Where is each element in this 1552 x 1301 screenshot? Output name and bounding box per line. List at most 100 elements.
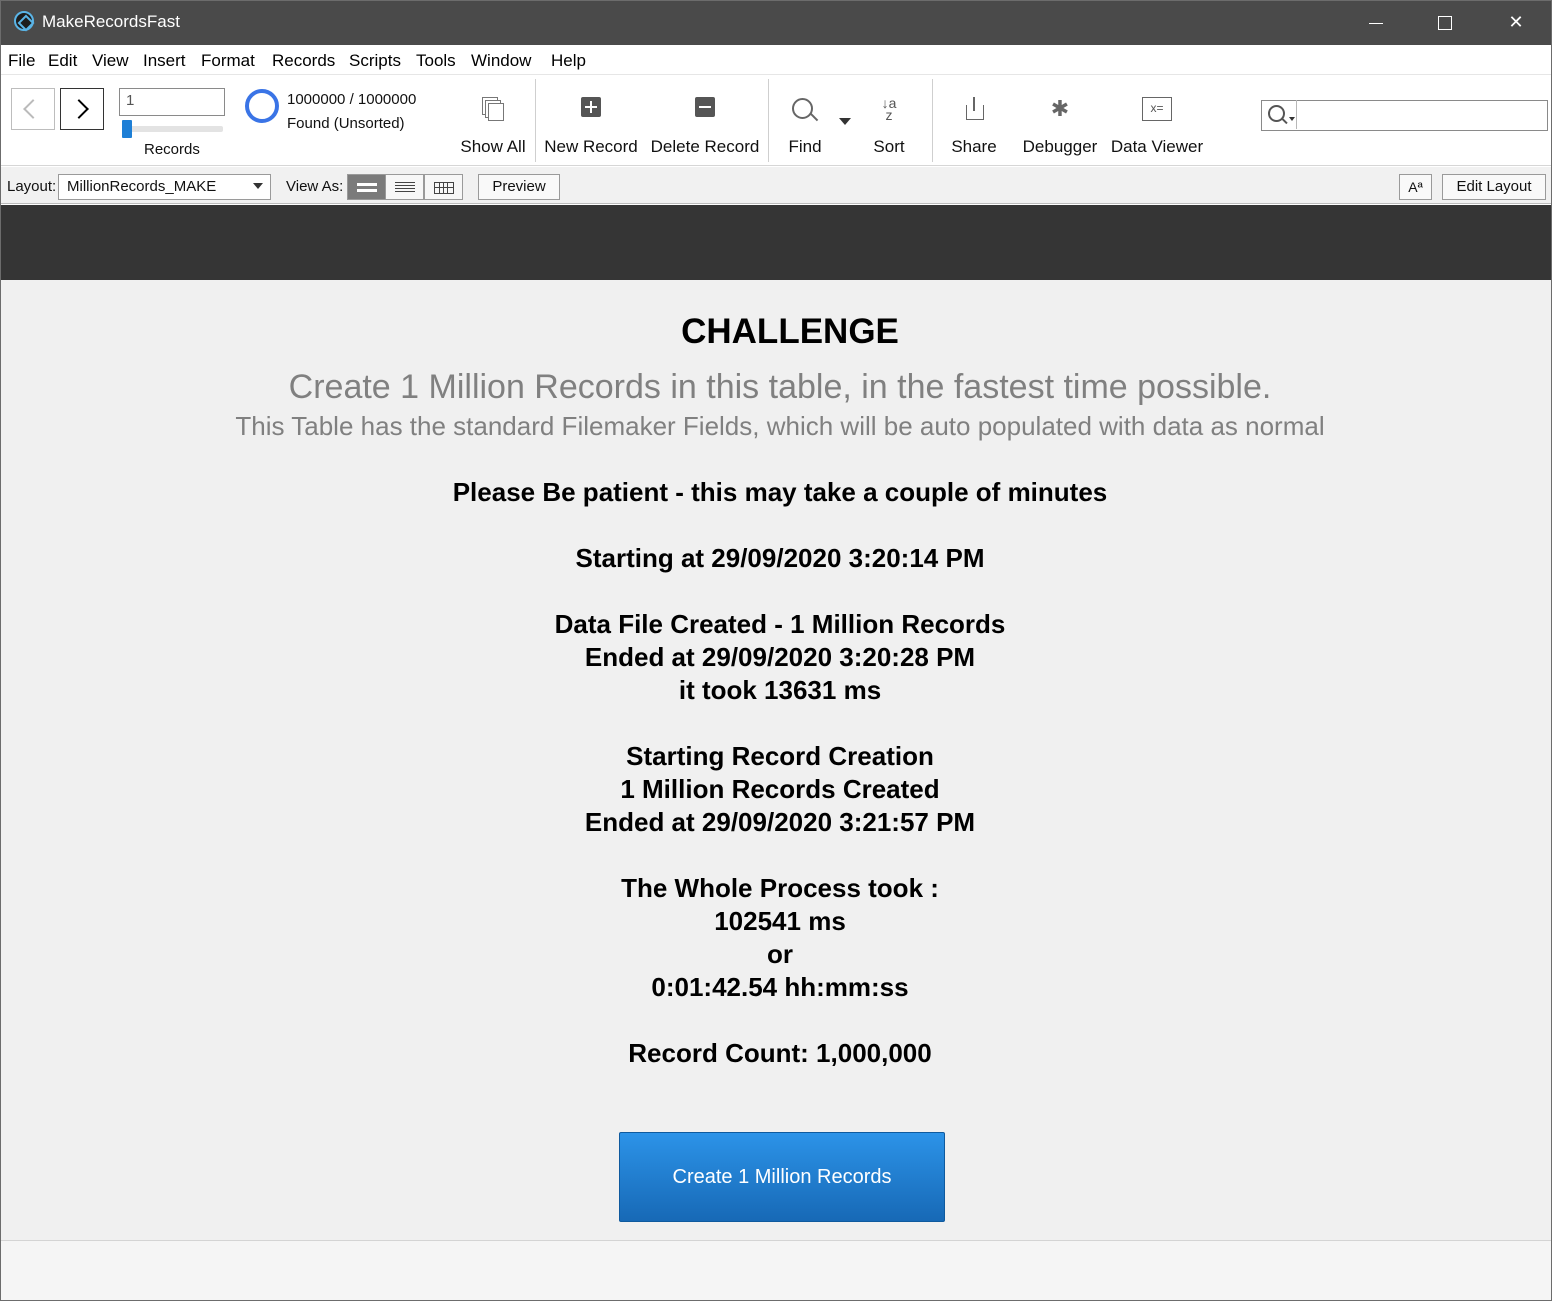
minimize-icon [1369, 22, 1383, 24]
menu-help[interactable]: Help [551, 51, 586, 71]
list-view-icon [395, 182, 415, 183]
new-record-button[interactable]: New Record [539, 75, 643, 165]
toolbar-divider [535, 79, 536, 162]
found-status: Found (Unsorted) [287, 115, 405, 132]
status-toolbar: 1 Records 1000000 / 1000000 Found (Unsor… [1, 75, 1551, 166]
layout-label: Layout: [7, 178, 57, 195]
debugger-button[interactable]: ✱ Debugger [1017, 75, 1103, 165]
record-slider[interactable] [122, 126, 223, 132]
chevron-right-icon [69, 99, 89, 119]
found-count: 1000000 / 1000000 [287, 91, 417, 108]
status-line: 1 Million Records Created [620, 774, 940, 804]
menu-view[interactable]: View [92, 51, 129, 71]
magnifier-icon [791, 97, 819, 125]
status-line: 0:01:42.54 hh:mm:ss [651, 972, 909, 1002]
status-line: The Whole Process took : [621, 873, 939, 903]
view-as-form-button[interactable] [347, 174, 386, 200]
sort-label: Sort [873, 137, 905, 156]
window-title: MakeRecordsFast [42, 12, 180, 31]
menu-window[interactable]: Window [471, 51, 531, 71]
sort-icon: ↓a z [881, 95, 897, 123]
current-record-input[interactable]: 1 [119, 88, 225, 116]
next-record-button[interactable] [60, 88, 104, 130]
menu-file[interactable]: File [8, 51, 35, 71]
layout-header [1, 205, 1551, 280]
status-line [1, 509, 1552, 542]
menu-tools[interactable]: Tools [416, 51, 456, 71]
view-as-label: View As: [286, 178, 344, 195]
status-log: Please Be patient - this may take a coup… [1, 476, 1552, 1070]
minimize-button[interactable] [1341, 0, 1411, 45]
chevron-left-icon [23, 99, 43, 119]
quick-find-input[interactable] [1261, 100, 1548, 131]
delete-record-label: Delete Record [650, 137, 760, 156]
previous-record-button[interactable] [11, 88, 55, 130]
menu-records[interactable]: Records [272, 51, 335, 71]
data-viewer-button[interactable]: x= Data Viewer [1107, 75, 1207, 165]
close-button[interactable]: ✕ [1481, 0, 1551, 45]
toolbar-divider [932, 79, 933, 162]
menu-insert[interactable]: Insert [143, 51, 186, 71]
view-as-list-button[interactable] [385, 174, 424, 200]
status-line: 102541 ms [714, 906, 846, 936]
status-line: Data File Created - 1 Million Records [554, 609, 1006, 639]
find-label: Find [788, 137, 822, 156]
create-records-button[interactable]: Create 1 Million Records [619, 1132, 945, 1222]
status-line: Please Be patient - this may take a coup… [452, 477, 1108, 507]
show-all-button[interactable]: Show All [453, 75, 533, 165]
data-viewer-label: Data Viewer [1110, 137, 1204, 156]
found-set-pie-icon [245, 89, 279, 123]
layout-bar: Layout: MillionRecords_MAKE View As: Pre… [1, 167, 1551, 204]
maximize-icon [1438, 16, 1452, 31]
layout-body: CHALLENGE Create 1 Million Records in th… [1, 280, 1551, 1240]
share-button[interactable]: Share [945, 75, 1003, 165]
edit-layout-button[interactable]: Edit Layout [1442, 174, 1546, 200]
status-line: Ended at 29/09/2020 3:21:57 PM [584, 807, 976, 837]
status-line: Starting Record Creation [626, 741, 934, 771]
challenge-description: This Table has the standard Filemaker Fi… [235, 411, 1325, 441]
new-record-label: New Record [544, 137, 638, 156]
status-line [1, 575, 1552, 608]
status-line: Ended at 29/09/2020 3:20:28 PM [584, 642, 976, 672]
maximize-button[interactable] [1410, 0, 1480, 45]
format-bar-button[interactable]: Aª [1399, 174, 1432, 200]
record-slider-thumb[interactable] [122, 120, 132, 138]
find-button[interactable]: Find [775, 75, 835, 165]
app-logo-icon [14, 11, 34, 31]
menu-edit[interactable]: Edit [48, 51, 77, 71]
menu-bar: File Edit View Insert Format Records Scr… [1, 45, 1551, 75]
status-line [1, 839, 1552, 872]
challenge-subtitle: Create 1 Million Records in this table, … [288, 368, 1272, 406]
plus-box-icon [581, 97, 601, 117]
preview-button[interactable]: Preview [478, 174, 560, 200]
status-bar [1, 1240, 1551, 1300]
find-dropdown-icon[interactable] [839, 118, 851, 125]
show-all-label: Show All [460, 137, 526, 156]
view-as-table-button[interactable] [424, 174, 463, 200]
quick-find-search-button[interactable] [1261, 100, 1297, 131]
challenge-title: CHALLENGE [681, 312, 899, 351]
share-icon [965, 97, 984, 121]
delete-record-button[interactable]: Delete Record [645, 75, 765, 165]
sort-button[interactable]: ↓a z Sort [861, 75, 917, 165]
title-bar: MakeRecordsFast ✕ [0, 0, 1552, 45]
status-line [1, 707, 1552, 740]
status-line: Starting at 29/09/2020 3:20:14 PM [575, 543, 985, 573]
share-label: Share [951, 137, 997, 156]
menu-format[interactable]: Format [201, 51, 255, 71]
search-icon [1261, 100, 1297, 129]
menu-scripts[interactable]: Scripts [349, 51, 401, 71]
status-line: it took 13631 ms [678, 675, 882, 705]
data-viewer-icon: x= [1142, 97, 1172, 121]
show-all-icon [482, 97, 504, 121]
layout-select[interactable]: MillionRecords_MAKE [58, 174, 271, 200]
bug-icon: ✱ [1050, 96, 1070, 121]
form-view-icon [357, 183, 377, 186]
minus-box-icon [695, 97, 715, 117]
chevron-down-icon [1289, 117, 1295, 121]
status-line: or [767, 939, 793, 969]
debugger-label: Debugger [1022, 137, 1098, 156]
toolbar-divider [768, 79, 769, 162]
status-line [1, 1004, 1552, 1037]
records-label: Records [144, 141, 200, 158]
